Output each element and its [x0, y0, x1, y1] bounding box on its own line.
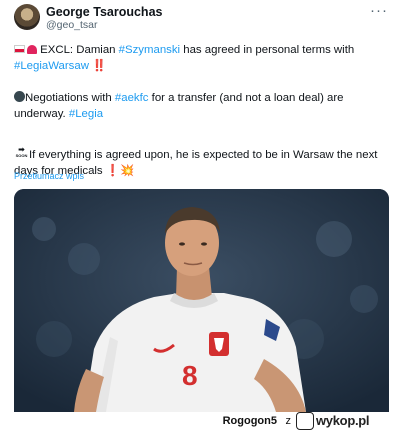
from-label: z — [285, 415, 292, 427]
siren-icon — [27, 45, 37, 54]
shirt-number: 8 — [182, 360, 198, 391]
tweet-paragraph-2: Negotiations with #aekfc for a transfer … — [14, 90, 392, 122]
speaking-head-icon — [14, 91, 25, 102]
wykop-logo-icon — [296, 412, 314, 430]
hashtag-link[interactable]: #LegiaWarsaw — [14, 60, 89, 72]
wykop-logo[interactable]: wykop.pl — [296, 412, 396, 430]
soon-arrow-icon: ➡ SOON — [15, 145, 28, 159]
hashtag-link[interactable]: #Szymanski — [119, 44, 180, 56]
tweet-text: EXCL: Damian — [40, 44, 119, 56]
player-photo: 8 — [14, 189, 389, 412]
double-exclamation-icon: ‼️ — [92, 60, 107, 72]
translate-post-link[interactable]: Przetłumacz wpis — [14, 171, 84, 181]
tweet-card: George Tsarouchas @geo_tsar ··· EXCL: Da… — [0, 0, 400, 412]
tweet-paragraph-1: EXCL: Damian #Szymanski has agreed in pe… — [14, 42, 392, 74]
author-name[interactable]: George Tsarouchas — [46, 5, 162, 19]
tweet-text: Negotiations with — [25, 92, 115, 104]
more-options-icon[interactable]: ··· — [370, 2, 388, 19]
tweet-photo[interactable]: 8 — [14, 189, 389, 412]
poland-flag-icon — [14, 45, 25, 53]
wykop-logo-text: wykop.pl — [316, 413, 370, 428]
hashtag-link[interactable]: #aekfc — [115, 92, 149, 104]
hashtag-link[interactable]: #Legia — [69, 108, 103, 120]
author-handle[interactable]: @geo_tsar — [46, 19, 98, 31]
tweet-text: has agreed in personal terms with — [180, 44, 355, 56]
author-avatar[interactable] — [14, 4, 40, 30]
soon-label: SOON — [15, 153, 28, 158]
exclamation-collision-icon: ❗💥 — [105, 165, 135, 177]
uploader-username[interactable]: Rogogon5 — [223, 415, 277, 427]
